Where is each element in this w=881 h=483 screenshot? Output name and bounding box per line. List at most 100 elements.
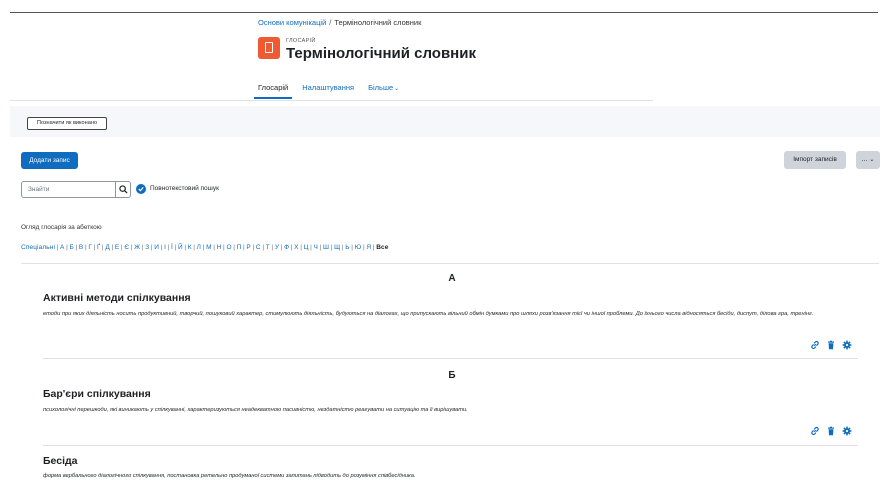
tab-settings[interactable]: Налаштування	[302, 80, 354, 102]
alphabet-separator: |	[372, 244, 375, 251]
title-row: ГЛОСАРІЙ Термінологічний словник	[258, 37, 476, 63]
alphabet-letter[interactable]: В	[79, 244, 83, 251]
alphabet-letter[interactable]: Х	[294, 244, 298, 251]
alphabet-letter[interactable]: Ш	[323, 244, 329, 251]
gear-icon[interactable]	[842, 426, 852, 436]
alphabet-letter[interactable]: Р	[246, 244, 250, 251]
alphabet-letter[interactable]: Й	[178, 244, 183, 251]
entry-title: Бесіда	[43, 455, 78, 467]
alphabet-separator: |	[243, 244, 245, 251]
alphabet-letter[interactable]: Щ	[334, 244, 340, 251]
alphabet-letter[interactable]: Ц	[304, 244, 309, 251]
alphabet-letter[interactable]: Ф	[284, 244, 289, 251]
page-title: Термінологічний словник	[286, 45, 476, 62]
alphabet-separator: |	[351, 244, 354, 251]
link-icon[interactable]	[810, 426, 820, 436]
alphabet-letter[interactable]: Ю	[355, 244, 362, 251]
entry-title: Бар'єри спілкування	[43, 388, 151, 400]
alphabet-separator: |	[174, 244, 177, 251]
alphabet-letter[interactable]: Ї	[171, 244, 173, 251]
alphabet-letter[interactable]: П	[237, 244, 242, 251]
link-icon[interactable]	[810, 340, 820, 350]
alphabet-letter[interactable]: Ґ	[97, 244, 100, 251]
mark-done-button[interactable]: Позначити як виконано	[27, 117, 107, 130]
alphabet-letter[interactable]: Л	[197, 244, 201, 251]
alphabet-letter[interactable]: Б	[70, 244, 74, 251]
alphabet-letter[interactable]: Ч	[314, 244, 318, 251]
alphabet-divider	[21, 263, 879, 264]
alphabet-letter[interactable]: С	[256, 244, 261, 251]
alphabet-letter[interactable]: Ь	[345, 244, 349, 251]
header-divider	[10, 100, 653, 101]
group-letter-a: А	[448, 273, 456, 284]
alphabet-separator: |	[233, 244, 236, 251]
group-letter-b: Б	[448, 370, 456, 381]
alphabet-separator: |	[101, 244, 104, 251]
alphabet-letter[interactable]: М	[206, 244, 212, 251]
tab-settings-label: Налаштування	[302, 83, 355, 92]
alphabet-letter[interactable]: Ж	[134, 244, 140, 251]
alphabet-separator: |	[56, 244, 59, 251]
alphabet-letter[interactable]: Є	[124, 244, 129, 251]
alphabet-separator: |	[184, 244, 187, 251]
alphabet-separator: |	[202, 244, 205, 251]
alphabet-separator: |	[271, 244, 274, 251]
search-button[interactable]	[115, 181, 131, 198]
entry-title: Активні методи спілкування	[43, 292, 191, 304]
page-header: Основи комунікацій / Термінологічний словн…	[253, 18, 653, 99]
trash-icon[interactable]	[826, 426, 836, 436]
add-entry-button[interactable]: Додати запис	[21, 152, 78, 169]
alphabet-letter[interactable]: Д	[105, 244, 110, 251]
fulltext-checkbox[interactable]	[136, 184, 146, 194]
alphabet-separator: |	[300, 244, 302, 251]
alphabet-letter[interactable]: О	[226, 244, 231, 251]
alphabet-letter[interactable]: І	[164, 244, 166, 251]
alphabet-separator: |	[66, 244, 68, 251]
alphabet-separator: |	[319, 244, 322, 251]
alphabet-letter[interactable]: Г	[88, 244, 92, 251]
alphabet-letter[interactable]: Я	[366, 244, 371, 251]
chevron-down-icon: ⌄	[394, 86, 400, 92]
fulltext-label: Повнотекстовий пошук	[150, 185, 219, 192]
gear-icon[interactable]	[842, 340, 852, 350]
alphabet-separator: |	[310, 244, 312, 251]
alphabet-separator: |	[362, 244, 365, 251]
alphabet-separator: |	[290, 244, 293, 251]
top-divider	[10, 12, 878, 13]
alphabet-separator: |	[193, 244, 196, 251]
alphabet-letter[interactable]: У	[275, 244, 279, 251]
alphabet-letter[interactable]: И	[154, 244, 159, 251]
import-entries-button[interactable]: Імпорт записів	[784, 151, 846, 169]
tab-more-label: Більше	[368, 83, 394, 92]
alphabet-separator: |	[330, 244, 333, 251]
alphabet-letter-all: Все	[376, 244, 389, 251]
alphabet-index: Спеціальні | А | Б | В | Г | Ґ | Д | Е | Є | Ж | З | И | І | Ї | Й | К…	[21, 244, 388, 251]
alphabet-letter[interactable]: З	[145, 244, 149, 251]
alphabet-separator: |	[120, 244, 123, 251]
alphabet-separator: |	[223, 244, 225, 251]
alphabet-separator: |	[84, 244, 87, 251]
tab-glossary-label: Глосарій	[258, 83, 289, 92]
check-icon	[138, 187, 144, 192]
search-icon	[119, 185, 128, 194]
tab-glossary[interactable]: Глосарій	[253, 80, 293, 102]
alphabet-separator: |	[130, 244, 133, 251]
alphabet-letter[interactable]: А	[60, 244, 64, 251]
entry-definition: етоди при яких діяльність носить продукт…	[43, 311, 814, 317]
tab-more[interactable]: Більше⌄	[368, 80, 399, 102]
trash-icon[interactable]	[826, 340, 836, 350]
alphabet-separator: |	[262, 244, 265, 251]
alphabet-letter[interactable]: Н	[217, 244, 222, 251]
alphabet-letter-special[interactable]: Спеціальні	[21, 244, 55, 251]
chevron-down-icon: ⌄	[869, 157, 875, 163]
secondary-nav: Глосарій Налаштування Більше⌄	[253, 80, 413, 102]
breadcrumb-course-link[interactable]: Основи комунікацій	[258, 18, 326, 27]
entry-definition: форма вербального діалогічного спілкуван…	[43, 473, 416, 479]
glossary-module-icon	[258, 37, 280, 59]
alphabet-letter[interactable]: Е	[115, 244, 119, 251]
alphabet-letter[interactable]: Т	[266, 244, 270, 251]
alphabet-letter[interactable]: К	[188, 244, 192, 251]
alphabet-separator: |	[167, 244, 170, 251]
search-input[interactable]	[21, 181, 115, 198]
more-actions-button[interactable]: ... ⌄	[856, 151, 880, 169]
